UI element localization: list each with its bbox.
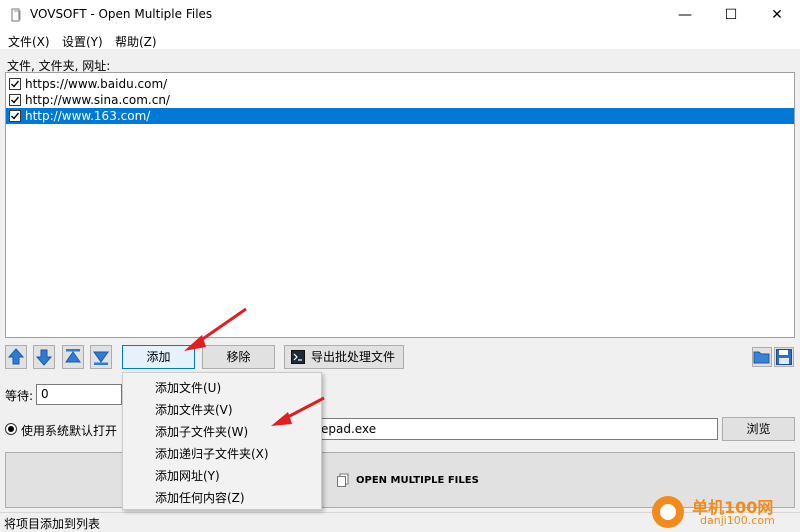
export-batch-button[interactable]: 导出批处理文件	[284, 345, 404, 369]
list-item-text: https://www.baidu.com/	[25, 77, 168, 91]
watermark-url: danji100.com	[700, 514, 775, 527]
app-icon	[11, 8, 21, 22]
arrow-top-icon	[65, 349, 81, 363]
maximize-button[interactable]: ☐	[708, 0, 754, 30]
arrow-down-icon	[35, 349, 53, 366]
menu-add-recursive-subfolder[interactable]: 添加递归子文件夹(X)	[155, 445, 269, 462]
save-icon	[776, 349, 792, 365]
move-bottom-button[interactable]	[90, 345, 112, 369]
menu-add-url[interactable]: 添加网址(Y)	[155, 467, 220, 484]
folder-open-icon	[753, 351, 770, 364]
terminal-icon	[291, 350, 305, 364]
open-multiple-files-label: OPEN MULTIPLE FILES	[356, 475, 479, 486]
menu-add-subfolder[interactable]: 添加子文件夹(W)	[155, 423, 248, 440]
menu-add-folder[interactable]: 添加文件夹(V)	[155, 401, 233, 418]
menu-file[interactable]: 文件(X)	[8, 33, 50, 50]
export-batch-label: 导出批处理文件	[311, 350, 396, 364]
browse-button[interactable]: 浏览	[722, 417, 795, 441]
item-checkbox[interactable]	[9, 94, 21, 106]
window-title: VOVSOFT - Open Multiple Files	[30, 7, 213, 21]
add-dropdown-menu: 添加文件(U) 添加文件夹(V) 添加子文件夹(W) 添加递归子文件夹(X) 添…	[122, 372, 322, 510]
menu-bar: 文件(X) 设置(Y) 帮助(Z)	[0, 30, 800, 50]
default-open-radio[interactable]	[5, 423, 17, 435]
minimize-button[interactable]: —	[662, 0, 708, 30]
menu-help[interactable]: 帮助(Z)	[115, 33, 157, 50]
list-item-text: http://www.163.com/	[25, 109, 151, 123]
menu-settings[interactable]: 设置(Y)	[62, 33, 103, 50]
watermark-plus-icon	[660, 504, 676, 520]
list-item-selected[interactable]: http://www.163.com/	[6, 108, 794, 124]
open-list-button[interactable]	[752, 347, 772, 367]
list-item[interactable]: https://www.baidu.com/	[6, 76, 794, 92]
move-top-button[interactable]	[62, 345, 84, 369]
files-icon	[337, 473, 349, 487]
item-checkbox[interactable]	[9, 110, 21, 122]
default-open-label: 使用系统默认打开	[21, 424, 118, 438]
arrow-bottom-icon	[93, 351, 109, 365]
wait-label: 等待:	[5, 389, 34, 403]
menu-add-file[interactable]: 添加文件(U)	[155, 379, 221, 396]
title-bar: VOVSOFT - Open Multiple Files — ☐ ✕	[0, 0, 800, 30]
menu-add-anything[interactable]: 添加任何内容(Z)	[155, 489, 245, 506]
annotation-arrow-icon	[271, 396, 325, 426]
file-list[interactable]: https://www.baidu.com/ http://www.sina.c…	[5, 72, 795, 338]
move-up-button[interactable]	[5, 345, 27, 369]
list-item-text: http://www.sina.com.cn/	[25, 93, 170, 107]
item-checkbox[interactable]	[9, 78, 21, 90]
annotation-arrow-icon	[184, 307, 247, 351]
save-list-button[interactable]	[774, 347, 794, 367]
watermark-logo: 单机100网 danji100.com	[652, 492, 800, 532]
list-item[interactable]: http://www.sina.com.cn/	[6, 92, 794, 108]
arrow-up-icon	[7, 348, 25, 365]
close-button[interactable]: ✕	[754, 0, 800, 30]
move-down-button[interactable]	[33, 345, 55, 369]
wait-input[interactable]: 0	[36, 384, 122, 405]
